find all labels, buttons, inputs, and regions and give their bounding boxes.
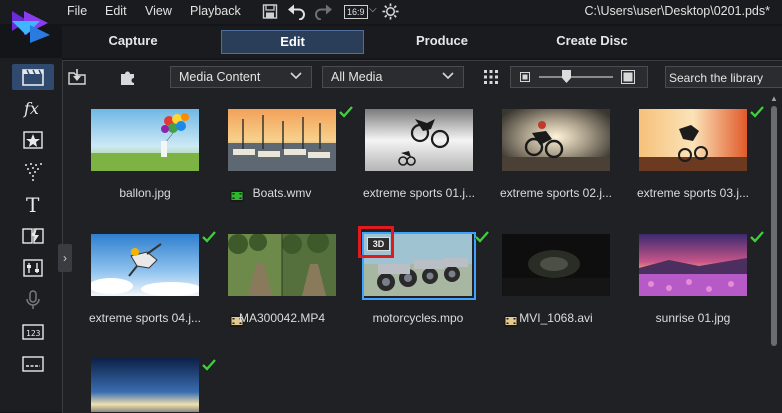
menu-playback[interactable]: Playback — [190, 4, 241, 18]
fx-room-icon[interactable]: fx — [21, 96, 45, 120]
media-filename: extreme sports 01.j... — [362, 186, 476, 200]
tab-capture[interactable]: Capture — [80, 30, 186, 52]
media-filename: MVI_1068.avi — [519, 311, 593, 325]
thumbnail-image — [639, 109, 747, 171]
media-item[interactable]: Boats.wmv — [228, 105, 354, 204]
media-item[interactable]: extreme sports 04.j... — [89, 230, 217, 329]
check-icon — [749, 230, 765, 244]
title-room-icon[interactable]: T — [21, 192, 45, 216]
media-filename: extreme sports 04.j... — [88, 311, 202, 325]
save-icon[interactable] — [262, 3, 278, 20]
menu-edit[interactable]: Edit — [105, 4, 127, 18]
project-path: C:\Users\user\Desktop\0201.pds* — [584, 4, 770, 18]
media-item[interactable]: extreme sports 03.j... — [637, 105, 765, 204]
chevron-down-icon — [442, 72, 454, 80]
plugin-puzzle-icon[interactable] — [115, 66, 141, 88]
expand-library-chevron-icon[interactable]: › — [58, 244, 72, 272]
media-type-dropdown[interactable]: All Media — [322, 66, 464, 88]
media-filename: extreme sports 03.j... — [636, 186, 750, 200]
slider-track[interactable] — [539, 76, 613, 78]
tab-edit[interactable]: Edit — [221, 30, 364, 54]
particle-room-icon[interactable] — [21, 160, 45, 184]
media-item-selected[interactable]: 3D motorcycles.mpo — [358, 226, 490, 329]
library-scrollbar[interactable]: ▲ — [768, 94, 780, 410]
import-media-icon[interactable] — [64, 66, 90, 88]
media-item[interactable]: ballon.jpg — [91, 109, 216, 204]
check-icon — [338, 105, 354, 119]
menu-file[interactable]: File — [67, 4, 87, 18]
content-filter-value: Media Content — [179, 70, 261, 84]
svg-text:T: T — [26, 193, 40, 215]
redo-icon[interactable] — [314, 3, 332, 20]
media-item[interactable]: extreme sports 01.j... — [363, 109, 490, 204]
media-room-icon[interactable] — [21, 65, 45, 89]
media-item[interactable]: sunrise 01.jpg — [639, 230, 765, 329]
chevron-down-icon — [290, 72, 302, 80]
scroll-up-arrow-icon[interactable]: ▲ — [770, 94, 778, 103]
thumbnail-image — [91, 109, 199, 171]
media-item[interactable]: MA300042.MP4 — [228, 234, 353, 329]
thumbnail-image — [228, 109, 336, 171]
thumbnail-image — [91, 234, 199, 296]
small-thumbnail-icon[interactable] — [520, 72, 530, 82]
content-filter-dropdown[interactable]: Media Content — [170, 66, 312, 88]
pip-objects-icon[interactable] — [21, 128, 45, 152]
media-item[interactable]: extreme sports 02.j... — [500, 109, 627, 204]
slider-handle[interactable] — [562, 70, 571, 83]
settings-gear-icon[interactable] — [382, 3, 399, 20]
tab-produce[interactable]: Produce — [390, 30, 494, 52]
large-thumbnail-icon[interactable] — [621, 70, 635, 84]
check-icon — [474, 230, 490, 244]
tab-create-disc[interactable]: Create Disc — [530, 30, 654, 52]
check-icon — [749, 105, 765, 119]
check-icon — [201, 358, 216, 372]
transition-room-icon[interactable] — [21, 224, 45, 248]
media-filename: extreme sports 02.j... — [499, 186, 613, 200]
scrollbar-thumb[interactable] — [771, 106, 777, 346]
media-filename: MA300042.MP4 — [238, 311, 326, 325]
media-filename: motorcycles.mpo — [372, 311, 464, 325]
chevron-down-icon[interactable]: ⌵ — [369, 4, 377, 15]
thumbnail-image — [228, 234, 336, 296]
media-filename: sunrise 01.jpg — [655, 311, 731, 325]
thumbnail-image — [91, 358, 199, 412]
thumbnail-image — [639, 234, 747, 296]
svg-text:123: 123 — [26, 329, 41, 338]
aspect-ratio-selector[interactable]: 16:9 — [344, 5, 368, 19]
thumbnail-image — [365, 109, 473, 171]
thumbnail-size-slider[interactable] — [510, 66, 648, 88]
undo-icon[interactable] — [288, 3, 306, 20]
media-item[interactable] — [91, 358, 216, 412]
app-logo — [12, 11, 50, 43]
subtitle-room-icon[interactable] — [21, 352, 45, 376]
audio-mixing-icon[interactable] — [21, 256, 45, 280]
annotation-highlight-box — [358, 226, 394, 258]
menu-view[interactable]: View — [145, 4, 172, 18]
media-filename: ballon.jpg — [119, 186, 171, 200]
media-item[interactable]: MVI_1068.avi — [502, 234, 627, 329]
check-icon — [201, 230, 217, 244]
media-filename: Boats.wmv — [252, 186, 312, 200]
view-grid-icon[interactable] — [478, 66, 504, 88]
search-input[interactable] — [666, 67, 782, 89]
thumbnail-image — [502, 234, 610, 296]
thumbnail-image — [502, 109, 610, 171]
library-search[interactable] — [665, 66, 782, 89]
media-type-value: All Media — [331, 70, 383, 84]
voiceover-microphone-icon[interactable] — [21, 288, 45, 312]
chapter-room-icon[interactable]: 123 — [21, 320, 45, 344]
svg-text:fx: fx — [23, 99, 39, 118]
